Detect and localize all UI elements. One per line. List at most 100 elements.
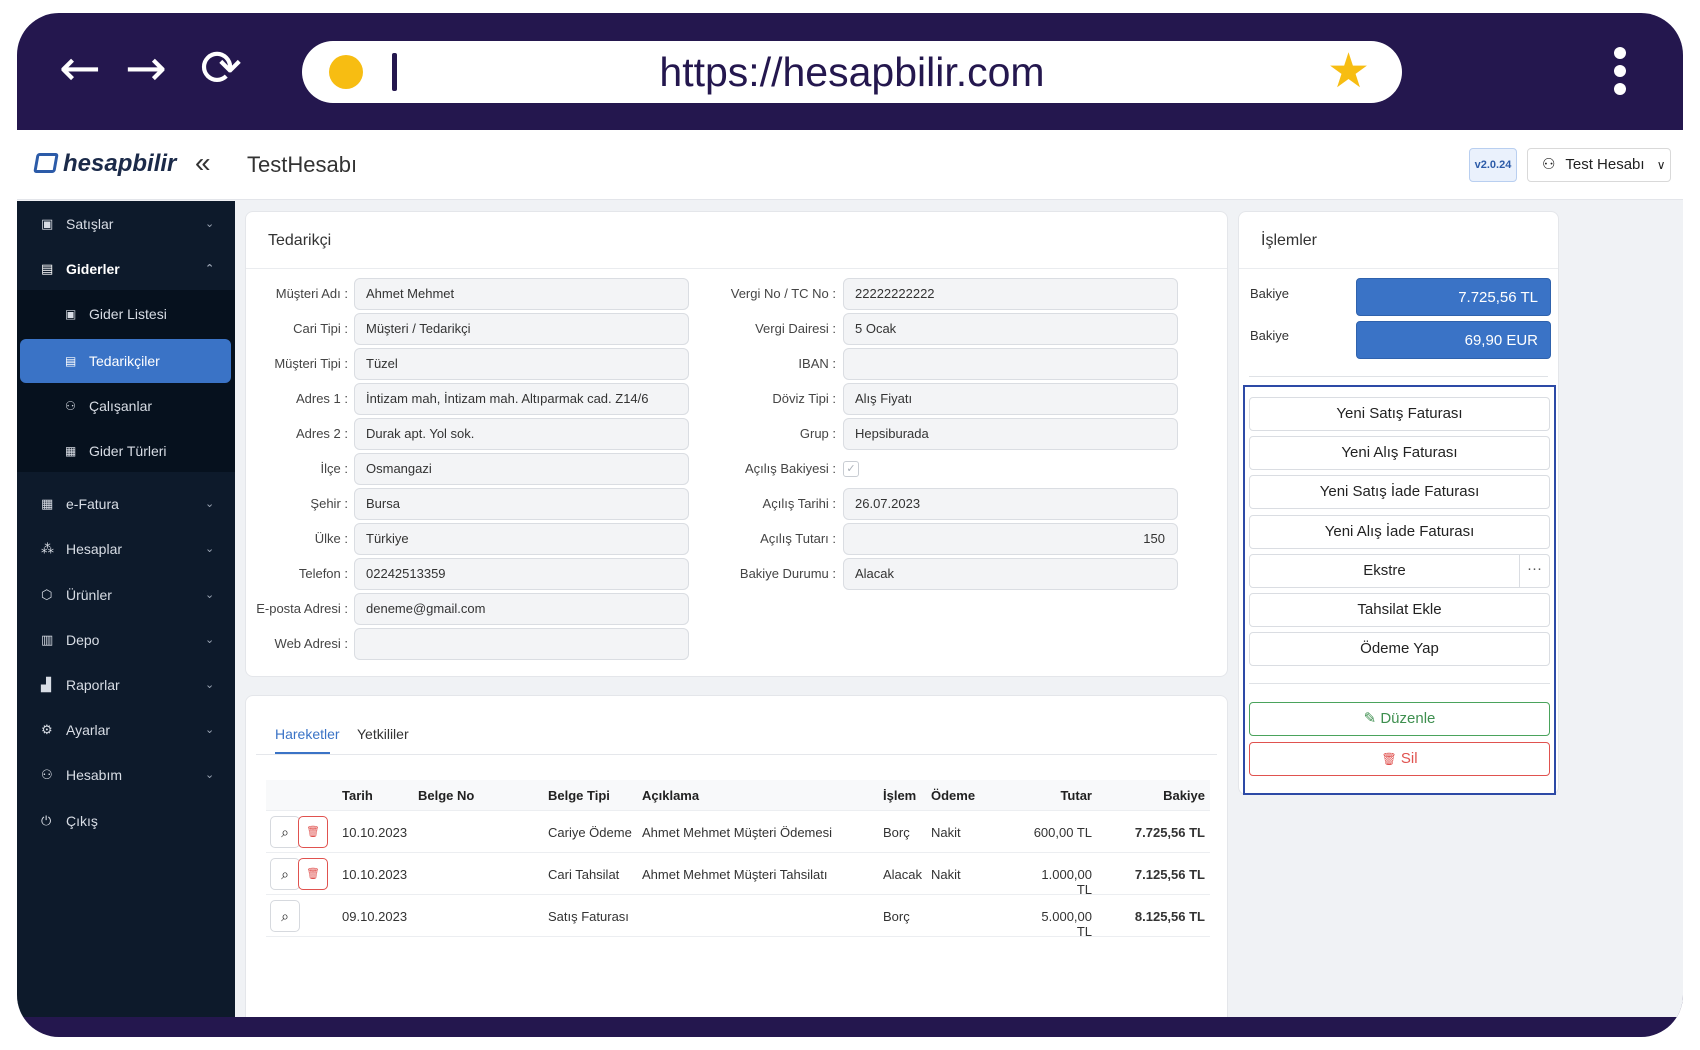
field-input[interactable]: Osmangazi [354,453,689,485]
sidebar-item-hesaplar[interactable]: ⁂ Hesaplar ⌄ [17,526,235,572]
field-input[interactable]: Müşteri / Tedarikçi [354,313,689,345]
sidebar-item-urunler[interactable]: ⬡ Ürünler ⌄ [17,572,235,618]
tab-yetkililer[interactable]: Yetkililer [357,726,409,742]
browser-menu-icon[interactable] [1614,47,1628,101]
field-input[interactable]: Bursa [354,488,689,520]
field-input[interactable]: Durak apt. Yol sok. [354,418,689,450]
field-label: Vergi Dairesi : [755,321,836,336]
cell-amount: 600,00 TL [1033,825,1092,840]
edit-button[interactable]: ✎ Düzenle [1249,702,1550,736]
field-input[interactable]: Ahmet Mehmet [354,278,689,310]
tab-hareketler[interactable]: Hareketler [275,726,340,742]
column-header-doc-no[interactable]: Belge No [418,788,474,803]
address-bar[interactable]: https://hesapbilir.com ★ [302,41,1402,103]
trash-icon[interactable]: 🗑 [298,816,328,848]
field-label: Bakiye Durumu : [739,566,836,581]
user-menu-button[interactable]: ⚇ Test Hesabı ∨ [1527,148,1671,182]
column-header-balance[interactable]: Bakiye [1126,788,1205,803]
edit-label: Düzenle [1380,710,1436,727]
field-input[interactable]: 150 [843,523,1178,555]
chevron-down-icon: ⌄ [205,679,215,691]
url-text[interactable]: https://hesapbilir.com [302,41,1402,103]
column-header-doc-type[interactable]: Belge Tipi [548,788,610,803]
reports-icon: ▟ [41,677,51,692]
divider [266,936,1210,937]
field-input[interactable]: 26.07.2023 [843,488,1178,520]
field-label: Adres 1 : [295,391,348,406]
column-header-description[interactable]: Açıklama [642,788,699,803]
table-row[interactable]: ⌕ 09.10.2023 Satış Faturası Borç 5.000,00 TL… [246,895,1229,939]
list-icon: ▣ [65,307,77,321]
sidebar-item-giderler[interactable]: ▤ Giderler ⌃ [17,246,235,292]
app-logo[interactable]: hesapbilir [33,150,176,178]
field-input[interactable]: İntizam mah, İntizam mah. Altıparmak cad… [354,383,689,415]
sidebar-item-label: Çıkış [66,813,98,829]
balance-label: Bakiye [1250,328,1290,343]
warehouse-icon: ▥ [41,632,54,647]
sidebar-item-satislar[interactable]: ▣ Satışlar ⌄ [17,201,235,247]
field-input[interactable]: 5 Ocak [843,313,1178,345]
products-icon: ⬡ [41,587,53,602]
column-header-date[interactable]: Tarih [342,788,373,803]
sidebar-item-label: Çalışanlar [89,398,153,414]
sidebar-item-gider-turleri[interactable]: ▦ Gider Türleri [17,429,235,473]
field-input[interactable]: 22222222222 [843,278,1178,310]
cell-amount: 1.000,00 TL [1041,867,1092,897]
table-row[interactable]: ⌕ 🗑 10.10.2023 Cariye Ödeme Ahmet Mehmet Müş… [246,811,1229,853]
new-purchase-return-invoice-button[interactable]: Yeni Alış İade Faturası [1249,515,1550,549]
sidebar-item-gider-listesi[interactable]: ▣ Gider Listesi [17,292,235,336]
column-header-operation[interactable]: İşlem [883,788,916,803]
field-input[interactable]: Alacak [843,558,1178,590]
new-purchase-invoice-button[interactable]: Yeni Alış Faturası [1249,436,1550,470]
chevron-up-icon: ⌃ [205,263,215,275]
user-icon: ⚇ [1542,156,1556,173]
forward-icon[interactable]: → [125,43,167,93]
field-input[interactable]: 02242513359 [354,558,689,590]
sidebar-item-calisanlar[interactable]: ⚇ Çalışanlar [17,384,235,428]
column-header-amount[interactable]: Tutar [1026,788,1092,803]
gear-icon: ⚙ [41,722,53,737]
chevron-down-icon: ⌄ [205,543,215,555]
column-header-payment[interactable]: Ödeme [931,788,975,803]
search-icon[interactable]: ⌕ [270,900,300,932]
user-icon: ⚇ [41,767,53,782]
statement-button[interactable]: Ekstre ··· [1249,554,1550,588]
search-icon[interactable]: ⌕ [270,816,300,848]
sales-icon: ▣ [41,216,54,231]
sidebar-item-e-fatura[interactable]: ▦ e-Fatura ⌄ [17,481,235,527]
sidebar-item-raporlar[interactable]: ▟ Raporlar ⌄ [17,662,235,708]
card-title: Tedarikçi [268,232,332,249]
delete-button[interactable]: 🗑 Sil [1249,742,1550,776]
field-input[interactable] [843,348,1178,380]
sidebar-item-depo[interactable]: ▥ Depo ⌄ [17,617,235,663]
card-title: İşlemler [1261,232,1318,249]
sidebar-item-ayarlar[interactable]: ⚙ Ayarlar ⌄ [17,707,235,753]
more-options-icon[interactable]: ··· [1519,555,1549,587]
reload-icon[interactable]: ⟳ [200,43,242,93]
new-sales-invoice-button[interactable]: Yeni Satış Faturası [1249,397,1550,431]
add-collection-button[interactable]: Tahsilat Ekle [1249,593,1550,627]
sidebar-item-cikis[interactable]: ⏻ Çıkış [17,798,235,844]
field-input[interactable]: Tüzel [354,348,689,380]
table-row[interactable]: ⌕ 🗑 10.10.2023 Cari Tahsilat Ahmet Mehmet Mü… [246,853,1229,897]
expense-types-icon: ▦ [65,444,77,458]
back-icon[interactable]: ← [59,43,101,93]
opening-balance-checkbox[interactable]: ✓ [843,461,859,477]
field-input[interactable]: Türkiye [354,523,689,555]
accounts-icon: ⁂ [41,541,54,556]
sidebar-item-hesabim[interactable]: ⚇ Hesabım ⌄ [17,752,235,798]
make-payment-button[interactable]: Ödeme Yap [1249,632,1550,666]
field-input[interactable] [354,628,689,660]
field-input[interactable]: Hepsiburada [843,418,1178,450]
field-label: Açılış Tarihi : [762,496,836,511]
sidebar-item-tedarikciler[interactable]: ▤ Tedarikçiler [20,339,231,383]
bookmark-star-icon[interactable]: ★ [1327,46,1370,98]
trash-icon[interactable]: 🗑 [298,858,328,890]
collapse-sidebar-icon[interactable]: « [195,147,211,179]
new-sales-return-invoice-button[interactable]: Yeni Satış İade Faturası [1249,475,1550,509]
sidebar-item-label: Ürünler [66,587,112,603]
field-input[interactable]: Alış Fiyatı [843,383,1178,415]
browser-frame: ← → ⟳ https://hesapbilir.com ★ hesapbili… [17,13,1683,1037]
field-input[interactable]: deneme@gmail.com [354,593,689,625]
search-icon[interactable]: ⌕ [270,858,300,890]
